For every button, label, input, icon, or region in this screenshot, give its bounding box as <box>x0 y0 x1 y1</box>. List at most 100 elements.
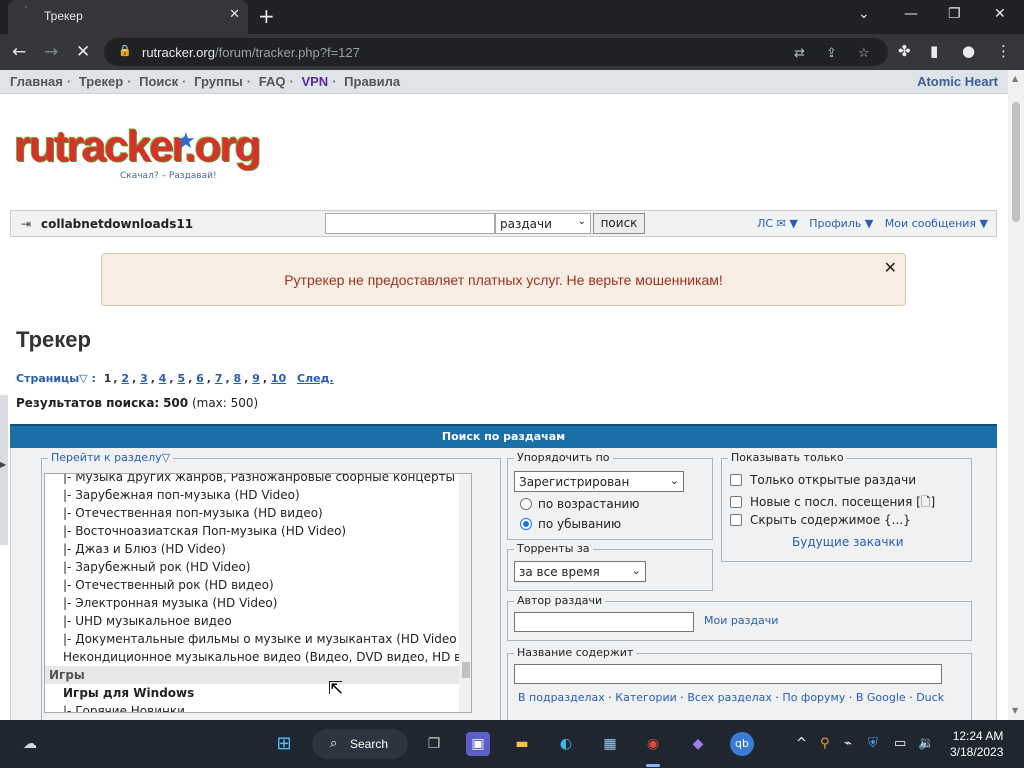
hide-content-checkbox[interactable]: Скрыть содержимое {...} <box>730 513 911 527</box>
sort-select[interactable]: Зарегистрирован ⌄ <box>514 471 684 492</box>
scope-forum-link[interactable]: По форуму <box>782 691 845 704</box>
nav-home[interactable]: Главная <box>10 74 63 89</box>
promo-link[interactable]: Atomic Heart <box>917 74 998 89</box>
tray-shield-icon[interactable]: ⛨ <box>868 736 878 751</box>
private-messages-link[interactable]: ЛС ✉ ▼ <box>757 217 798 230</box>
restore-icon[interactable]: ❐ <box>948 6 961 22</box>
minimize-icon[interactable]: — <box>904 6 918 22</box>
stop-loading-icon[interactable]: ✕ <box>76 42 90 62</box>
forum-option-row[interactable]: |- Отечественная поп-музыка (HD видео) <box>45 504 471 522</box>
scope-categories-link[interactable]: Категории <box>615 691 677 704</box>
future-downloads-link[interactable]: Будущие закачки <box>792 535 904 549</box>
search-button[interactable]: поиск <box>593 213 645 234</box>
forum-option-row[interactable]: Некондиционное музыкальное видео (Видео,… <box>45 648 471 666</box>
logout-icon[interactable]: ⇥ <box>21 217 31 231</box>
qbittorrent-icon[interactable]: qb <box>730 732 754 756</box>
tray-app-icon[interactable]: ⚲ <box>820 736 830 751</box>
tab-close-icon[interactable]: ✕ <box>229 7 240 22</box>
page-link[interactable]: 4 <box>159 372 167 385</box>
start-windows-icon[interactable]: ⊞ <box>272 732 296 756</box>
forum-option-row[interactable]: |- Зарубежный рок (HD Video) <box>45 558 471 576</box>
forum-option-row[interactable]: Игры для Windows <box>45 684 471 702</box>
username[interactable]: collabnetdownloads11 <box>41 217 193 231</box>
weather-icon[interactable]: ☁ <box>18 732 42 756</box>
forum-option-row[interactable]: |- Восточноазиатская Поп-музыка (HD Vide… <box>45 522 471 540</box>
page-link[interactable]: 3 <box>140 372 148 385</box>
forward-icon[interactable]: → <box>44 42 58 62</box>
new-tab-icon[interactable]: + <box>258 4 275 28</box>
page-link[interactable]: 5 <box>177 372 185 385</box>
nav-rules[interactable]: Правила <box>344 74 400 89</box>
side-panel-handle[interactable]: ▶ <box>0 395 8 545</box>
forum-option-row[interactable]: |- UHD музыкальное видео <box>45 612 471 630</box>
title-input[interactable] <box>514 664 942 684</box>
back-icon[interactable]: ← <box>12 42 26 62</box>
extensions-puzzle-icon[interactable]: ✤ <box>898 42 911 60</box>
share-icon[interactable]: ⇪ <box>826 46 837 61</box>
page-link[interactable]: 10 <box>271 372 286 385</box>
forum-option-row[interactable]: |- Документальные фильмы о музыке и музы… <box>45 630 471 648</box>
lock-icon[interactable]: 🔒 <box>118 44 132 57</box>
forum-option-row[interactable]: |- Музыка других жанров, Разножанровые с… <box>45 474 471 486</box>
scope-all-link[interactable]: Всех разделах <box>687 691 772 704</box>
visual-studio-icon[interactable]: ◆ <box>686 732 710 756</box>
search-scope-select[interactable]: раздачи ⌄ <box>495 213 591 234</box>
tab-search-chevron-icon[interactable]: ⌄ <box>858 6 870 22</box>
tray-overflow-chevron-icon[interactable]: ^ <box>796 736 807 751</box>
nav-tracker[interactable]: Трекер <box>79 74 123 89</box>
taskbar-search[interactable]: ⌕ Search <box>312 729 408 759</box>
next-page-link[interactable]: След. <box>297 372 334 385</box>
sort-asc-radio[interactable]: по возрастанию <box>520 497 639 511</box>
my-messages-link[interactable]: Мои сообщения ▼ <box>885 217 988 230</box>
page-link[interactable]: 6 <box>196 372 204 385</box>
url-text[interactable]: rutracker.org/forum/tracker.php?f=127 <box>142 45 360 60</box>
close-window-icon[interactable]: ✕ <box>994 6 1006 22</box>
browser-tab[interactable]: ˋ Трекер ✕ <box>8 0 248 34</box>
scroll-up-icon[interactable]: ▲ <box>1012 74 1018 83</box>
side-panel-icon[interactable]: ▮ <box>930 42 938 60</box>
profile-avatar-icon[interactable]: ● <box>962 42 975 60</box>
task-view-icon[interactable]: ❐ <box>422 732 446 756</box>
forum-listbox[interactable]: |- Музыка других жанров, Разножанровые с… <box>44 473 472 713</box>
store-icon[interactable]: ▦ <box>598 732 622 756</box>
site-logo[interactable]: rutracker.org ★ Скачал? – Раздавай! <box>14 125 261 185</box>
forum-option-row[interactable]: |- Зарубежная поп-музыка (HD Video) <box>45 486 471 504</box>
nav-vpn[interactable]: VPN <box>301 74 328 89</box>
address-bar[interactable]: 🔒 rutracker.org/forum/tracker.php?f=127 … <box>104 38 888 66</box>
page-link[interactable]: 8 <box>234 372 242 385</box>
teams-chat-icon[interactable]: ▣ <box>466 732 490 756</box>
edge-icon[interactable]: ◐ <box>554 732 578 756</box>
bookmark-star-icon[interactable]: ☆ <box>858 46 870 61</box>
taskbar-clock[interactable]: 12:24 AM 3/18/2023 <box>950 728 1003 760</box>
menu-kebab-icon[interactable]: ⋮ <box>996 42 1011 60</box>
page-link[interactable]: 7 <box>215 372 223 385</box>
translate-icon[interactable]: ⇄ <box>794 46 805 61</box>
page-link[interactable]: 2 <box>121 372 129 385</box>
period-select[interactable]: за все время ⌄ <box>514 561 646 582</box>
forum-option-row[interactable]: |- Горячие Новинки <box>45 702 471 712</box>
nav-groups[interactable]: Группы <box>194 74 243 89</box>
page-scroll-thumb[interactable] <box>1012 102 1020 222</box>
page-scrollbar[interactable]: ▲ ▼ <box>1008 70 1024 720</box>
page-link[interactable]: 9 <box>252 372 260 385</box>
nav-search[interactable]: Поиск <box>139 74 178 89</box>
scope-google-link[interactable]: В Google <box>856 691 906 704</box>
author-input[interactable] <box>514 612 694 632</box>
scroll-down-icon[interactable]: ▼ <box>1012 706 1018 715</box>
file-explorer-icon[interactable]: ▬ <box>510 732 534 756</box>
close-icon[interactable]: ✕ <box>884 258 897 277</box>
scope-duck-link[interactable]: Duck <box>916 691 944 704</box>
volume-icon[interactable]: 🔉 <box>918 736 934 751</box>
site-search-input[interactable] <box>325 213 495 234</box>
tray-network-off-icon[interactable]: ⌁ <box>844 736 852 751</box>
forum-list-scrollbar[interactable] <box>459 474 471 712</box>
forum-option-row[interactable]: |- Джаз и Блюз (HD Video) <box>45 540 471 558</box>
forum-option-row[interactable]: |- Отечественный рок (HD видео) <box>45 576 471 594</box>
chrome-icon[interactable]: ◉ <box>641 732 665 756</box>
scroll-thumb[interactable] <box>462 662 470 678</box>
my-releases-link[interactable]: Мои раздачи <box>704 614 778 627</box>
nav-faq[interactable]: FAQ <box>259 74 286 89</box>
scope-subforums-link[interactable]: В подразделах <box>518 691 605 704</box>
new-since-visit-checkbox[interactable]: Новые с посл. посещения [🗋] <box>730 493 935 514</box>
profile-link[interactable]: Профиль ▼ <box>809 217 873 230</box>
